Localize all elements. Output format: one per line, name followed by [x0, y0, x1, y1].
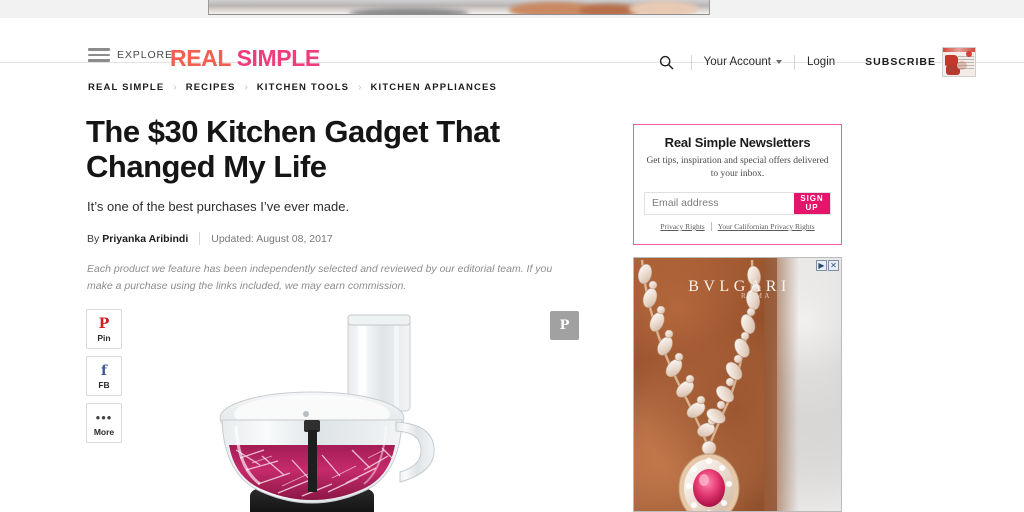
share-more-button[interactable]: ••• More [86, 403, 122, 443]
newsletter-signup-button[interactable]: SIGN UP [794, 192, 830, 214]
search-icon [660, 55, 674, 69]
share-more-label: More [93, 426, 115, 437]
logo-real-text: REAL [170, 45, 231, 71]
share-facebook-label: FB [98, 379, 110, 390]
adchoices-controls: ▶ ✕ [816, 260, 839, 271]
food-processor-illustration [219, 314, 435, 512]
breadcrumb-separator-icon: › [173, 81, 177, 93]
top-banner-ad[interactable] [208, 0, 710, 15]
author-link[interactable]: Priyanka Aribindi [102, 233, 188, 245]
explore-label: EXPLORE [117, 48, 173, 61]
privacy-rights-link[interactable]: Privacy Rights [660, 222, 704, 231]
breadcrumb-item-recipes[interactable]: RECIPES [186, 82, 236, 93]
breadcrumb-item-kitchen-tools[interactable]: KITCHEN TOOLS [257, 82, 349, 93]
article-hero-image [132, 300, 572, 512]
newsletter-title: Real Simple Newsletters [664, 135, 811, 150]
newsletter-legal-links: Privacy Rights Your Californian Privacy … [644, 221, 831, 231]
affiliate-disclaimer: Each product we feature has been indepen… [87, 263, 553, 292]
article-dek: It’s one of the best purchases I’ve ever… [87, 199, 350, 214]
search-button[interactable] [655, 52, 679, 72]
breadcrumb: REAL SIMPLE › RECIPES › KITCHEN TOOLS › … [88, 82, 497, 93]
more-options-icon: ••• [95, 409, 113, 425]
share-pinterest-button[interactable]: P Pin [86, 309, 122, 349]
login-link[interactable]: Login [807, 56, 835, 68]
header-utility-nav: Your Account Login SUBSCRIBE [655, 47, 976, 77]
banner-blob [349, 8, 469, 14]
newsletter-subtitle: Get tips, inspiration and special offers… [646, 156, 829, 180]
newsletter-form: SIGN UP [644, 191, 831, 215]
share-rail: P Pin f FB ••• More [86, 309, 122, 443]
account-dropdown[interactable]: Your Account [703, 56, 783, 68]
pinterest-save-overlay-button[interactable]: P [550, 311, 579, 340]
sidebar-display-ad[interactable]: BVLGARI ROMA ▶ ✕ [633, 257, 842, 512]
magazine-cover-thumbnail [942, 47, 976, 77]
share-pinterest-label: Pin [97, 332, 111, 343]
nav-divider [690, 54, 692, 70]
ad-close-icon[interactable]: ✕ [828, 260, 839, 271]
ad-play-icon[interactable]: ▶ [816, 260, 827, 271]
pinterest-icon: P [98, 315, 110, 332]
share-facebook-button[interactable]: f FB [86, 356, 122, 396]
facebook-icon: f [100, 362, 108, 379]
hamburger-icon [88, 48, 110, 62]
site-header: EXPLORE REAL SIMPLE Your Account Login S… [0, 18, 1024, 77]
newsletter-email-input[interactable] [645, 192, 794, 214]
byline-prefix: By [87, 232, 100, 245]
breadcrumb-separator-icon: › [244, 81, 248, 93]
nav-divider [794, 54, 796, 70]
newsletter-signup-box: Real Simple Newsletters Get tips, inspir… [633, 124, 842, 245]
banner-blob [629, 1, 699, 14]
explore-menu-button[interactable]: EXPLORE [88, 48, 173, 62]
subscribe-button[interactable]: SUBSCRIBE [865, 47, 976, 77]
site-logo[interactable]: REAL SIMPLE [170, 45, 320, 72]
byline: By Priyanka Aribindi Updated: August 08,… [87, 232, 333, 245]
link-divider [710, 221, 712, 231]
californian-privacy-rights-link[interactable]: Your Californian Privacy Rights [718, 222, 815, 231]
byline-divider [199, 232, 201, 245]
breadcrumb-item-kitchen-appliances[interactable]: KITCHEN APPLIANCES [371, 82, 497, 93]
subscribe-label: SUBSCRIBE [865, 56, 936, 68]
account-label: Your Account [703, 56, 772, 68]
breadcrumb-item-real-simple[interactable]: REAL SIMPLE [88, 82, 164, 93]
updated-timestamp: Updated: August 08, 2017 [211, 232, 333, 245]
page-title: The $30 Kitchen Gadget That Changed My L… [86, 114, 500, 184]
breadcrumb-separator-icon: › [358, 81, 362, 93]
ad-brand-subtitle: ROMA [740, 292, 772, 300]
chevron-down-icon [776, 60, 783, 64]
logo-simple-text: SIMPLE [230, 45, 321, 71]
top-ad-strip [0, 0, 1024, 18]
